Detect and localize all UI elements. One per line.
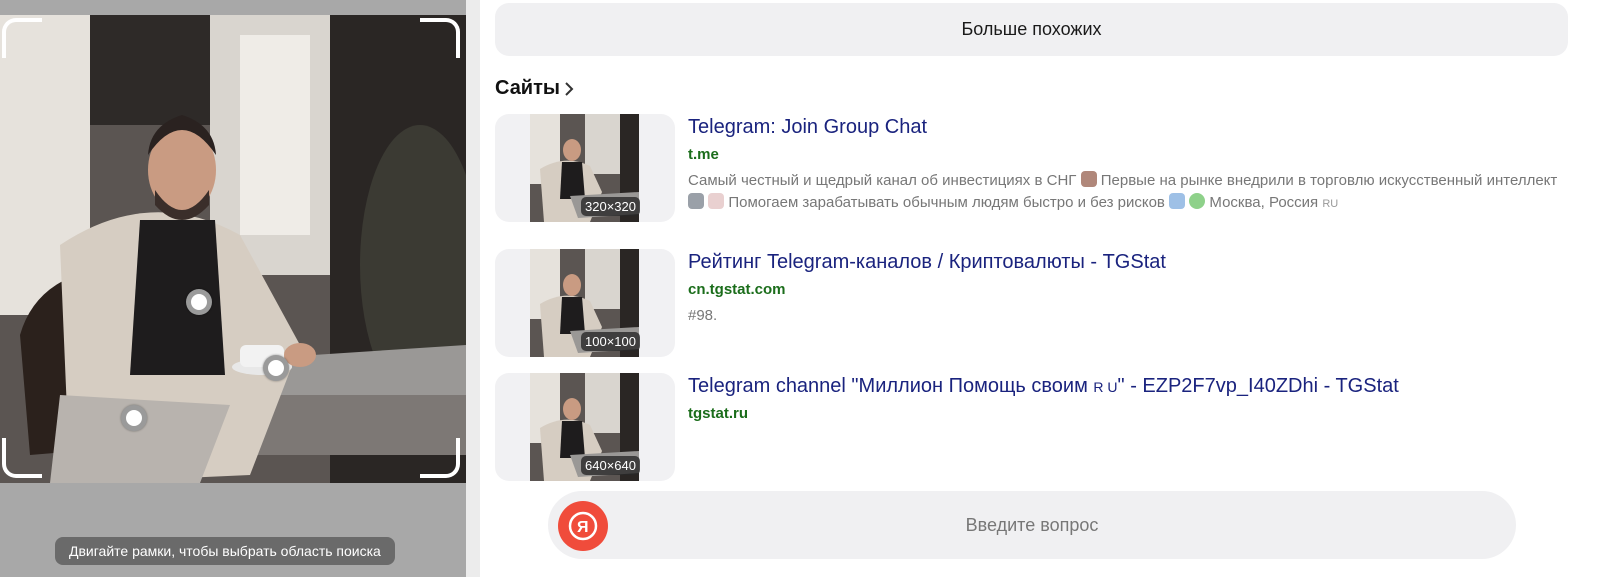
title-small-text: R U [1093, 379, 1118, 395]
image-size-badge: 320×320 [581, 197, 640, 216]
result-title-link[interactable]: Telegram: Join Group Chat [688, 116, 927, 139]
query-photo [0, 15, 466, 483]
sites-heading-label: Сайты [495, 77, 560, 99]
result-thumbnail[interactable]: 100×100 [495, 249, 675, 357]
result-title-link[interactable]: Telegram channel "Миллион Помощь своим R… [688, 375, 1399, 398]
result-description: #98. [688, 307, 718, 324]
sites-section-heading[interactable]: Сайты [495, 77, 574, 100]
rocket-emoji-icon [1169, 193, 1186, 209]
crop-hint-tooltip: Двигайте рамки, чтобы выбрать область по… [55, 537, 395, 565]
chevron-right-icon [565, 82, 574, 96]
image-size-badge: 640×640 [581, 456, 640, 475]
result-description: Самый честный и щедрый канал об инвестиц… [688, 170, 1568, 215]
more-similar-button[interactable]: Больше похожих [495, 3, 1568, 56]
panel-divider [466, 0, 480, 577]
result-domain-link[interactable]: cn.tgstat.com [688, 281, 786, 298]
hundred-emoji-icon [1080, 171, 1097, 187]
crop-handle-top-left[interactable] [2, 18, 42, 58]
result-thumbnail[interactable]: 320×320 [495, 114, 675, 222]
alice-assistant-icon[interactable]: Я [558, 501, 608, 551]
location-text: Москва, Россия [1209, 194, 1319, 211]
language-badge: RU [1322, 198, 1339, 210]
ask-question-bar: Я [548, 491, 1516, 559]
crop-handle-top-right[interactable] [420, 18, 460, 58]
object-hotspot-torso[interactable] [186, 289, 212, 315]
title-text: " - EZP2F7vp_I40ZDhi - TGStat [1117, 375, 1399, 397]
search-result: 320×320 Telegram: Join Group Chat t.me С… [495, 114, 1575, 234]
image-size-badge: 100×100 [581, 332, 640, 351]
money-face-emoji-icon [1189, 193, 1206, 209]
description-text: Помогаем зарабатывать обычным людям быст… [728, 194, 1165, 211]
description-text: Самый честный и щедрый канал об инвестиц… [688, 172, 1077, 189]
robot-emoji-icon [688, 193, 704, 209]
result-domain-link[interactable]: tgstat.ru [688, 405, 748, 422]
object-hotspot-cup[interactable] [263, 355, 289, 381]
object-hotspot-legs[interactable] [121, 405, 147, 431]
result-domain-link[interactable]: t.me [688, 146, 719, 163]
search-result: 640×640 Telegram channel "Миллион Помощь… [495, 373, 1575, 483]
svg-text:Я: Я [577, 519, 589, 536]
chart-emoji-icon [708, 193, 725, 209]
title-text: Telegram channel "Миллион Помощь своим [688, 375, 1088, 397]
search-result: 100×100 Рейтинг Telegram-каналов / Крипт… [495, 249, 1575, 359]
crop-handle-bottom-right[interactable] [420, 438, 460, 478]
description-text: Первые на рынке внедрили в торговлю иску… [1100, 172, 1558, 189]
crop-handle-bottom-left[interactable] [2, 438, 42, 478]
result-thumbnail[interactable]: 640×640 [495, 373, 675, 481]
image-crop-panel: Двигайте рамки, чтобы выбрать область по… [0, 0, 466, 577]
result-title-link[interactable]: Рейтинг Telegram-каналов / Криптовалюты … [688, 251, 1166, 274]
question-input[interactable] [548, 491, 1516, 559]
